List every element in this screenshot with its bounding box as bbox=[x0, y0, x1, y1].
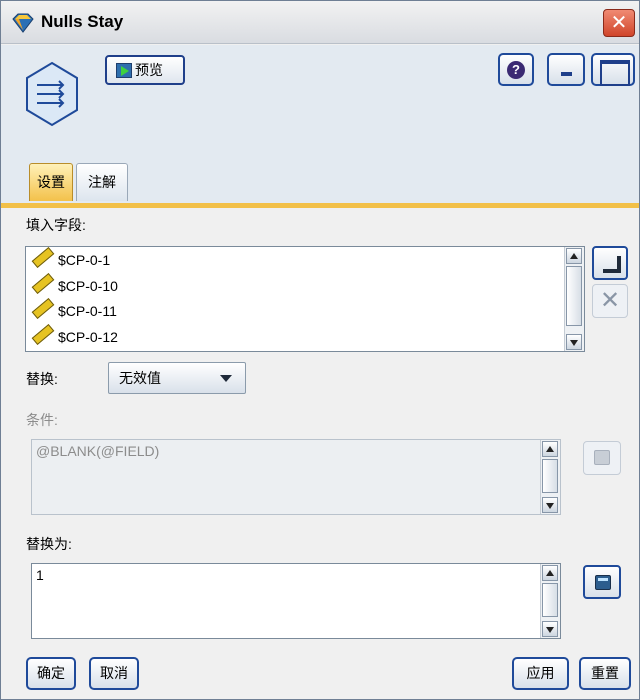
list-item[interactable]: $CP-0-10 bbox=[26, 272, 560, 299]
fill-fields-label: 填入字段: bbox=[26, 217, 86, 233]
minimize-button[interactable] bbox=[547, 53, 585, 86]
field-name: $CP-0-11 bbox=[58, 303, 117, 319]
diamond-app-icon bbox=[12, 13, 34, 33]
maximize-button[interactable] bbox=[591, 53, 635, 86]
ruler-icon bbox=[31, 297, 55, 320]
scroll-thumb bbox=[542, 459, 558, 493]
ok-button[interactable]: 确定 bbox=[26, 657, 76, 690]
field-name: $CP-0-1 bbox=[58, 252, 111, 268]
field-name: $CP-0-10 bbox=[58, 277, 118, 294]
list-item[interactable]: $CP-0-11 bbox=[26, 297, 560, 324]
pick-fields-button[interactable] bbox=[592, 246, 628, 280]
cancel-button[interactable]: 取消 bbox=[89, 657, 139, 690]
condition-value: @BLANK(@FIELD) bbox=[36, 443, 160, 459]
calculator-icon bbox=[594, 450, 610, 465]
ruler-icon bbox=[31, 246, 55, 269]
scroll-thumb[interactable] bbox=[566, 266, 582, 326]
list-scrollbar[interactable] bbox=[564, 247, 584, 351]
help-icon: ? bbox=[507, 61, 525, 79]
replace-selected: 无效值 bbox=[119, 370, 161, 386]
replace-with-value: 1 bbox=[36, 567, 44, 583]
condition-scrollbar bbox=[540, 440, 560, 514]
calculator-icon bbox=[595, 575, 611, 590]
tab-settings[interactable]: 设置 bbox=[29, 163, 73, 201]
condition-field: @BLANK(@FIELD) bbox=[31, 439, 561, 515]
reset-button[interactable]: 重置 bbox=[579, 657, 631, 690]
play-icon bbox=[116, 63, 132, 78]
window-title: Nulls Stay bbox=[41, 12, 124, 31]
condition-expression-builder-button bbox=[583, 441, 621, 475]
scroll-thumb[interactable] bbox=[542, 583, 558, 617]
apply-button[interactable]: 应用 bbox=[512, 657, 569, 690]
list-item[interactable]: $CP-0-1 bbox=[26, 246, 560, 273]
preview-button[interactable]: 预览 bbox=[105, 55, 185, 85]
filler-node-icon bbox=[26, 61, 78, 127]
replace-with-scrollbar[interactable] bbox=[540, 564, 560, 638]
close-icon: ✕ bbox=[610, 10, 628, 34]
replace-with-label: 替换为: bbox=[26, 536, 72, 552]
node-header: 预览 ? bbox=[1, 45, 639, 133]
ruler-icon bbox=[31, 323, 55, 345]
tab-underline bbox=[1, 203, 639, 208]
delete-icon: ✕ bbox=[599, 286, 621, 314]
field-name: $CP-0-12 bbox=[58, 328, 118, 345]
list-item[interactable]: $CP-0-12 bbox=[26, 323, 560, 350]
tab-annotations[interactable]: 注解 bbox=[76, 163, 128, 201]
scroll-down-icon bbox=[542, 497, 558, 513]
ruler-icon bbox=[31, 272, 55, 294]
chevron-down-icon bbox=[220, 375, 232, 382]
title-bar: Nulls Stay ✕ bbox=[1, 1, 639, 44]
replace-with-field[interactable]: 1 bbox=[31, 563, 561, 639]
preview-label: 预览 bbox=[135, 62, 163, 78]
close-button[interactable]: ✕ bbox=[603, 9, 635, 37]
replace-label: 替换: bbox=[26, 371, 58, 387]
delete-field-button[interactable]: ✕ bbox=[592, 284, 628, 318]
scroll-up-icon bbox=[542, 441, 558, 457]
fill-fields-list[interactable]: $CP-0-1 $CP-0-10 $CP-0-11 $CP-0-12 bbox=[25, 246, 585, 352]
scroll-down-icon[interactable] bbox=[566, 334, 582, 350]
condition-label: 条件: bbox=[26, 412, 58, 428]
scroll-up-icon[interactable] bbox=[542, 565, 558, 581]
tab-bar: 设置 注解 bbox=[1, 133, 639, 203]
dialog-window: Nulls Stay ✕ 预览 ? 设置 注解 填入字段: $CP-0-1 $C… bbox=[0, 0, 640, 700]
scroll-up-icon[interactable] bbox=[566, 248, 582, 264]
replace-expression-builder-button[interactable] bbox=[583, 565, 621, 599]
scroll-down-icon[interactable] bbox=[542, 621, 558, 637]
help-button[interactable]: ? bbox=[498, 53, 534, 86]
replace-dropdown[interactable]: 无效值 bbox=[108, 362, 246, 394]
